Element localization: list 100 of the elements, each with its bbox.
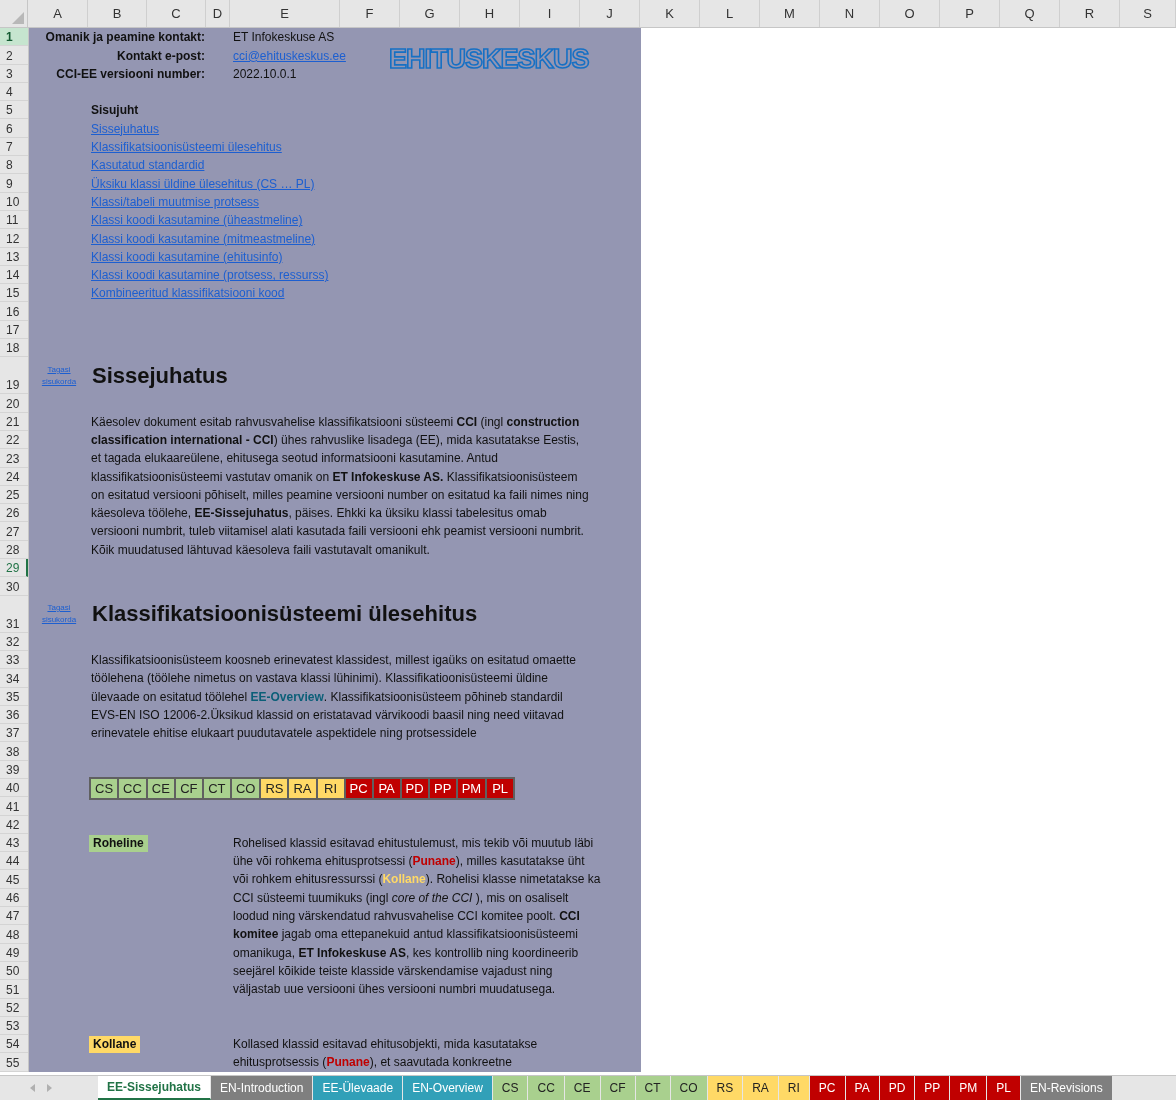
row-header[interactable]: 51 [0, 980, 28, 999]
row-header[interactable]: 27 [0, 522, 28, 541]
row-header[interactable]: 10 [0, 192, 28, 211]
row-header[interactable]: 43 [0, 833, 28, 853]
row-header[interactable]: 44 [0, 852, 28, 871]
sheet-tab[interactable]: CO [670, 1076, 708, 1100]
column-header[interactable]: D [206, 0, 230, 27]
column-header[interactable]: O [880, 0, 940, 27]
column-header[interactable]: C [147, 0, 206, 27]
row-header[interactable]: 33 [0, 650, 28, 670]
row-header[interactable]: 52 [0, 998, 28, 1017]
color-label: Kollane [89, 1035, 141, 1053]
row-header[interactable]: 20 [0, 394, 28, 413]
sheet-tab[interactable]: RI [778, 1076, 810, 1100]
row-header[interactable]: 9 [0, 174, 28, 193]
scroll-left-icon[interactable] [30, 1084, 36, 1092]
row-header[interactable]: 32 [0, 632, 28, 651]
sheet-tab[interactable]: EN-Introduction [211, 1076, 314, 1100]
row-header[interactable]: 53 [0, 1016, 28, 1036]
field-label: Kontakt e-post: [116, 47, 206, 65]
row-header[interactable]: 37 [0, 724, 28, 743]
column-header[interactable]: E [230, 0, 340, 27]
row-header[interactable]: 42 [0, 815, 28, 834]
sheet-tab[interactable]: EN-Revisions [1021, 1076, 1113, 1100]
column-header[interactable]: J [580, 0, 640, 27]
select-all-icon[interactable] [12, 12, 24, 24]
row-header[interactable]: 50 [0, 961, 28, 981]
row-header[interactable]: 34 [0, 669, 28, 688]
sheet-tab[interactable]: PP [915, 1076, 951, 1100]
row-header[interactable]: 39 [0, 760, 28, 779]
column-header[interactable]: S [1120, 0, 1176, 27]
sheet-tab[interactable]: CE [564, 1076, 601, 1100]
row-header[interactable]: 26 [0, 504, 28, 523]
sheet-tab[interactable]: PC [809, 1076, 846, 1100]
class-code: RS [261, 778, 288, 798]
row-header[interactable]: 13 [0, 247, 28, 266]
column-header[interactable]: A [28, 0, 88, 27]
row-header[interactable]: 48 [0, 925, 28, 944]
column-header[interactable]: F [340, 0, 400, 27]
row-header[interactable]: 3 [0, 64, 28, 83]
column-header[interactable]: G [400, 0, 460, 27]
row-header[interactable]: 21 [0, 412, 28, 431]
row-header[interactable]: 14 [0, 265, 28, 285]
scroll-right-icon[interactable] [46, 1084, 52, 1092]
row-header[interactable]: 49 [0, 943, 28, 962]
column-header[interactable]: I [520, 0, 580, 27]
column-header[interactable]: H [460, 0, 520, 27]
row-header[interactable]: 55 [0, 1053, 28, 1072]
row-header[interactable]: 5 [0, 101, 28, 120]
sheet-tab[interactable]: EE-Sissejuhatus [98, 1076, 212, 1100]
column-header[interactable]: L [700, 0, 760, 27]
column-header[interactable]: N [820, 0, 880, 27]
row-header[interactable]: 25 [0, 485, 28, 505]
row-header[interactable]: 7 [0, 137, 28, 157]
row-header[interactable]: 17 [0, 320, 28, 340]
sheet-tab[interactable]: CT [635, 1076, 671, 1100]
row-header[interactable]: 1 [0, 28, 28, 47]
sheet-tab[interactable]: RA [743, 1076, 779, 1100]
row-header[interactable]: 45 [0, 870, 28, 889]
sheet-tab[interactable]: RS [707, 1076, 744, 1100]
sheet-tab[interactable]: PL [987, 1076, 1021, 1100]
row-header[interactable]: 35 [0, 687, 28, 706]
row-header[interactable]: 28 [0, 540, 28, 559]
column-header[interactable]: Q [1000, 0, 1060, 27]
row-header[interactable]: 23 [0, 449, 28, 468]
sheet-tab[interactable]: CF [600, 1076, 636, 1100]
sheet-tab[interactable]: PA [845, 1076, 880, 1100]
row-header[interactable]: 6 [0, 119, 28, 138]
contents-title: Sisujuht [90, 102, 140, 120]
column-header[interactable]: R [1060, 0, 1120, 27]
row-header[interactable]: 8 [0, 156, 28, 175]
row-header[interactable]: 41 [0, 797, 28, 816]
sheet-tab[interactable]: PD [879, 1076, 916, 1100]
row-header[interactable]: 31 [0, 595, 28, 633]
row-header[interactable]: 2 [0, 46, 28, 65]
sheet-tab[interactable]: PM [950, 1076, 988, 1100]
column-header[interactable]: B [88, 0, 147, 27]
row-header[interactable]: 19 [0, 357, 28, 395]
row-header[interactable]: 47 [0, 907, 28, 926]
row-header[interactable]: 15 [0, 284, 28, 303]
class-code: PL [487, 778, 514, 798]
row-header[interactable]: 38 [0, 742, 28, 761]
row-header[interactable]: 46 [0, 888, 28, 908]
row-header[interactable]: 16 [0, 302, 28, 321]
row-header[interactable]: 11 [0, 210, 28, 230]
row-header[interactable]: 12 [0, 229, 28, 248]
row-header[interactable]: 54 [0, 1035, 28, 1054]
sheet-tab[interactable]: CC [528, 1076, 565, 1100]
sheet-tab[interactable]: CS [492, 1076, 529, 1100]
color-label: Roheline [89, 834, 148, 852]
row-header[interactable]: 4 [0, 82, 28, 102]
row-header[interactable]: 24 [0, 467, 28, 486]
row-header[interactable]: 30 [0, 577, 28, 596]
row-header[interactable]: 40 [0, 779, 28, 798]
row-header[interactable]: 18 [0, 339, 28, 358]
column-header[interactable]: M [760, 0, 820, 27]
row-header[interactable]: 22 [0, 430, 28, 450]
column-header[interactable]: K [640, 0, 700, 27]
column-header[interactable]: P [940, 0, 1000, 27]
row-header[interactable]: 36 [0, 705, 28, 725]
